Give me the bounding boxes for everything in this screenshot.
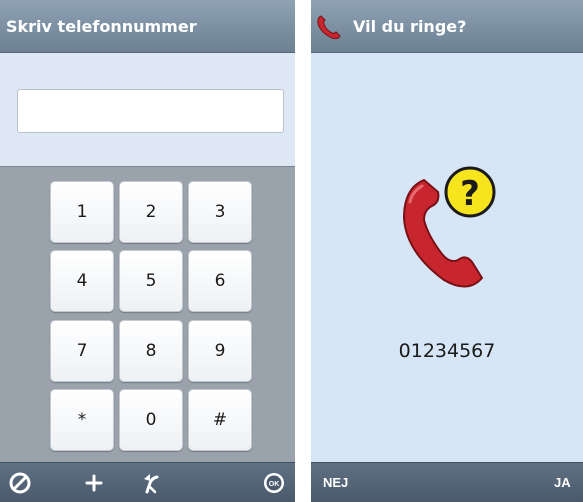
dial-bottom-bar: OK [0,462,295,502]
dial-screen: Skriv telefonnummer 1 2 3 4 5 6 7 8 9 * … [0,0,295,502]
confirm-bottom-bar: NEJ JA [311,462,583,502]
key-2[interactable]: 2 [119,181,183,243]
key-0[interactable]: 0 [119,389,183,451]
key-7[interactable]: 7 [50,320,114,382]
phone-icon [315,13,343,41]
ok-icon[interactable]: OK [262,471,286,495]
key-1[interactable]: 1 [50,181,114,243]
key-9[interactable]: 9 [188,320,252,382]
question-mark: ? [460,174,480,214]
key-8[interactable]: 8 [119,320,183,382]
key-5[interactable]: 5 [119,250,183,312]
call-number: 01234567 [398,340,496,362]
keypad: 1 2 3 4 5 6 7 8 9 * 0 # [0,166,295,462]
input-area [0,54,295,166]
confirm-titlebar: Vil du ringe? [311,0,583,53]
backspace-icon[interactable] [139,471,163,495]
confirm-call-screen: Vil du ringe? ? 01234567 NEJ JA [311,0,583,502]
key-hash[interactable]: # [188,389,252,451]
key-6[interactable]: 6 [188,250,252,312]
dial-titlebar: Skriv telefonnummer [0,0,295,53]
confirm-title: Vil du ringe? [353,16,467,36]
phone-number-input[interactable] [17,89,284,133]
plus-icon[interactable] [82,471,106,495]
svg-text:OK: OK [269,481,280,488]
key-4[interactable]: 4 [50,250,114,312]
clear-icon[interactable] [8,471,32,495]
key-3[interactable]: 3 [188,181,252,243]
dial-title: Skriv telefonnummer [6,16,197,36]
key-star[interactable]: * [50,389,114,451]
no-button[interactable]: NEJ [323,475,348,490]
yes-button[interactable]: JA [554,475,571,490]
call-question-graphic: ? [396,162,508,292]
